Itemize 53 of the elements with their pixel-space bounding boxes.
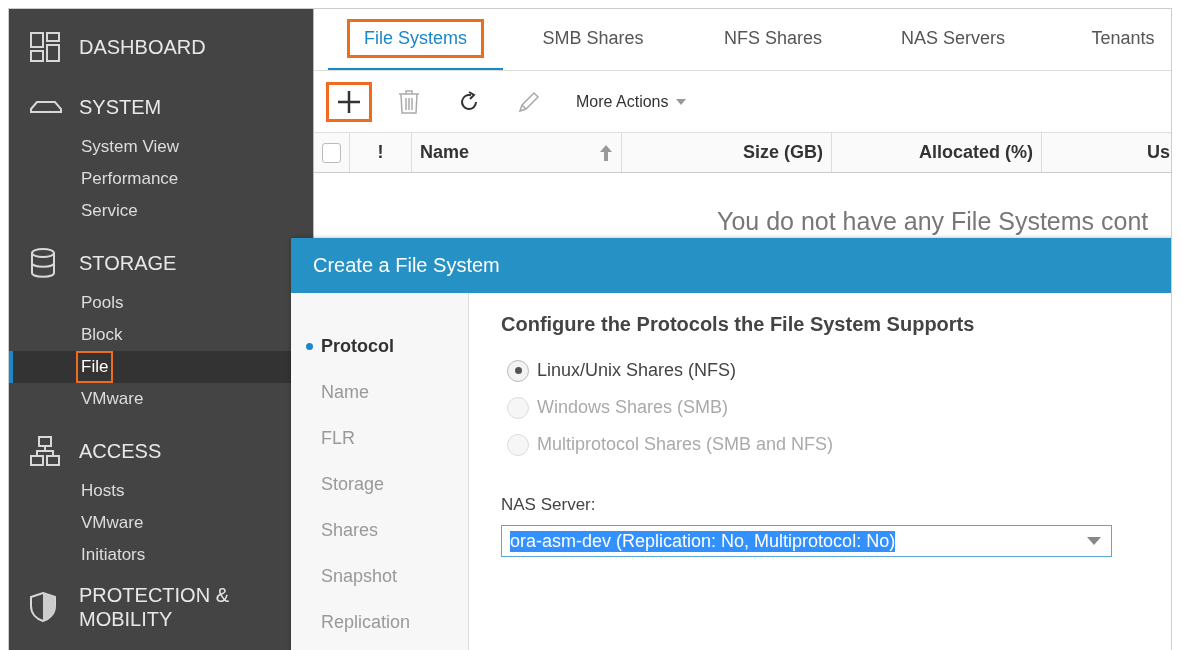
wizard-step[interactable]: Protocol xyxy=(321,335,394,357)
nav-item[interactable]: Block xyxy=(76,319,128,351)
section-heading: Configure the Protocols the File System Supports xyxy=(501,313,976,336)
sort-arrow-icon[interactable] xyxy=(599,143,613,162)
nav-item[interactable]: Hosts xyxy=(76,475,130,507)
tab[interactable]: Tenants xyxy=(1043,9,1171,70)
radio-button[interactable] xyxy=(507,359,529,382)
nav-item[interactable]: Initiators xyxy=(76,539,151,571)
nav-item[interactable]: Performance xyxy=(76,163,184,195)
tab[interactable]: NAS Servers xyxy=(863,9,1043,70)
tab-label: NFS Shares xyxy=(722,27,823,50)
nav-section-label[interactable]: ACCESS xyxy=(79,439,249,463)
nav-section-label[interactable]: DASHBOARD xyxy=(79,35,249,59)
shield-icon xyxy=(29,591,57,623)
column-header[interactable]: Allocated (%) xyxy=(919,142,1033,163)
caret-icon xyxy=(1087,537,1101,545)
nav-item[interactable]: File xyxy=(76,351,114,383)
dialog-title: Create a File System xyxy=(313,254,500,277)
radio-label: Linux/Unix Shares (NFS) xyxy=(537,360,737,381)
nav-item[interactable]: Service xyxy=(76,195,143,227)
nav-section-label[interactable]: PROTECTION & MOBILITY xyxy=(79,583,249,631)
tab-label: File Systems xyxy=(347,19,484,58)
tab[interactable]: File Systems xyxy=(328,9,503,70)
column-header[interactable]: Us xyxy=(1147,142,1170,163)
select-all-checkbox[interactable] xyxy=(322,142,341,163)
database-icon xyxy=(29,247,57,279)
nav-item[interactable]: Pools xyxy=(76,287,129,319)
tab[interactable]: NFS Shares xyxy=(683,9,863,70)
column-header[interactable]: Name xyxy=(420,142,470,163)
tab-label: Tenants xyxy=(1090,27,1156,50)
nav-item[interactable]: VMware xyxy=(76,507,149,539)
dashboard-icon xyxy=(29,31,61,63)
nav-item[interactable]: VMware xyxy=(76,383,149,415)
nav-item[interactable]: System View xyxy=(76,131,184,163)
tab[interactable]: SMB Shares xyxy=(503,9,683,70)
network-icon xyxy=(29,435,61,467)
tab-label: SMB Shares xyxy=(541,27,645,50)
radio-label: Multiprotocol Shares (SMB and NFS) xyxy=(537,434,834,455)
caret-icon xyxy=(676,98,687,105)
pencil-icon xyxy=(517,89,541,114)
column-header[interactable]: Size (GB) xyxy=(743,142,823,163)
nav-section-label[interactable]: SYSTEM xyxy=(79,95,249,119)
radio-label: Windows Shares (SMB) xyxy=(537,397,729,418)
tab-label: NAS Servers xyxy=(900,27,1006,50)
field-label: NAS Server: xyxy=(501,495,597,515)
add-button[interactable] xyxy=(326,81,372,122)
plus-icon xyxy=(337,89,361,114)
nav-section-label[interactable]: STORAGE xyxy=(79,251,249,275)
empty-message: You do not have any File Systems cont xyxy=(716,206,1150,236)
column-header[interactable]: ! xyxy=(377,142,384,163)
more-actions-menu[interactable]: More Actions xyxy=(570,91,693,112)
server-icon xyxy=(29,99,63,115)
trash-icon xyxy=(398,88,420,115)
